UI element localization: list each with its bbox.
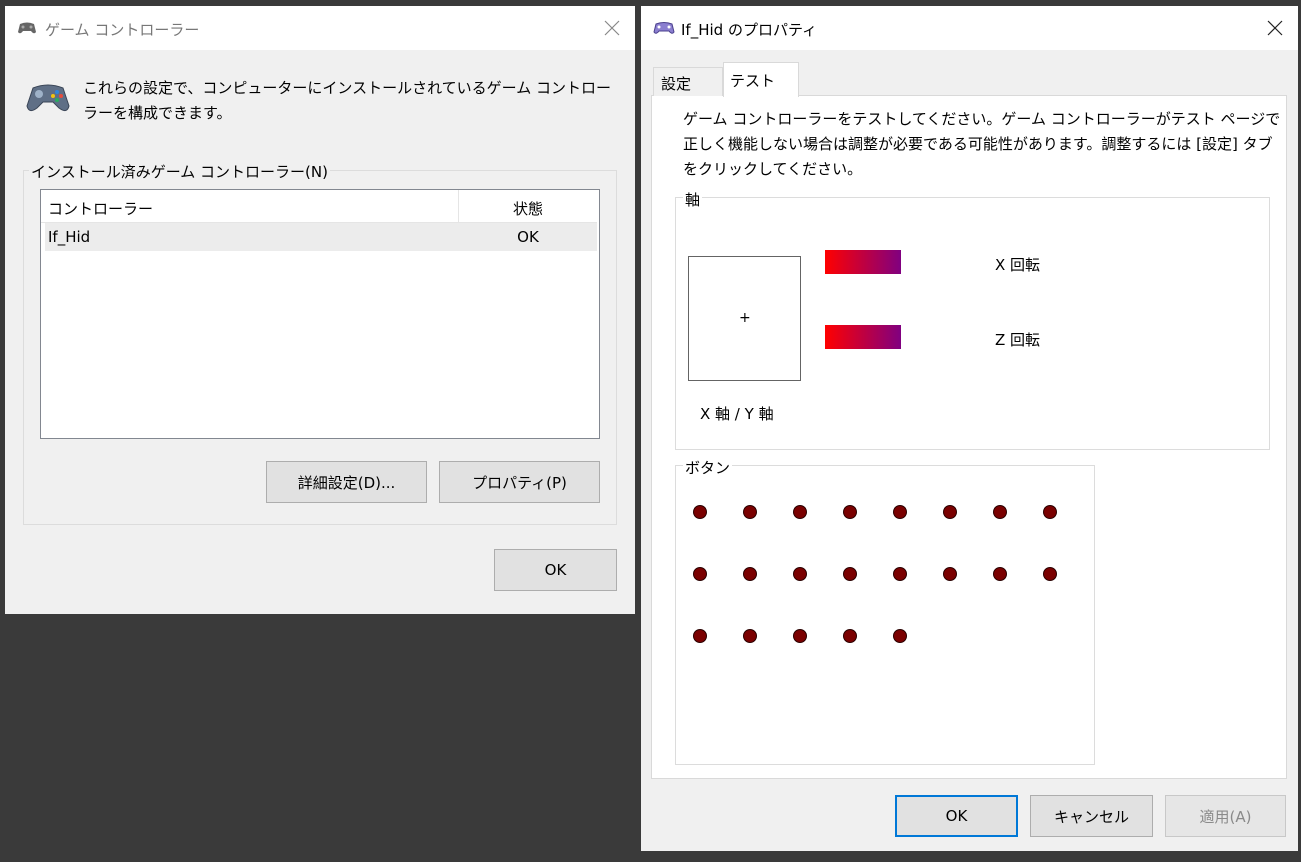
button-indicator-19 [793,629,807,643]
window-title: ゲーム コントローラー [45,21,200,39]
button-indicator-8 [1043,505,1057,519]
x-rotation-bar [825,250,901,274]
apply-button[interactable]: 適用(A) [1165,795,1286,837]
table-row[interactable]: If_Hid OK [45,223,597,251]
cancel-button[interactable]: キャンセル [1030,795,1153,837]
button-indicator-16 [1043,567,1057,581]
button-indicator-2 [743,505,757,519]
button-indicator-14 [943,567,957,581]
button-indicator-5 [893,505,907,519]
button-indicator-12 [843,567,857,581]
z-rotation-bar [825,325,901,349]
button-indicator-20 [843,629,857,643]
controller-properties-window: If_Hid のプロパティ 設定 テスト ゲーム コントローラーをテストしてくだ… [641,6,1298,851]
button-indicator-6 [943,505,957,519]
button-indicator-10 [743,567,757,581]
advanced-button[interactable]: 詳細設定(D)... [266,461,427,503]
gamepad-large-icon [25,80,71,120]
button-indicator-11 [793,567,807,581]
controller-status: OK [517,228,539,246]
z-rotation-label: Z 回転 [995,331,1041,349]
list-header: コントローラー 状態 [41,190,597,223]
close-icon[interactable] [1252,6,1298,50]
crosshair: + [739,310,751,326]
gamepad-icon [17,20,37,40]
gamepad-icon [653,20,675,40]
axes-label: 軸 [683,189,703,210]
properties-button[interactable]: プロパティ(P) [439,461,600,503]
button-indicator-13 [893,567,907,581]
tab-test-label: テスト [730,72,776,90]
instructions-text: ゲーム コントローラーをテストしてください。ゲーム コントローラーがテスト ペー… [683,110,1281,178]
window-title: If_Hid のプロパティ [681,21,818,39]
button-indicator-3 [793,505,807,519]
tab-settings-label: 設定 [661,75,692,93]
button-indicator-18 [743,629,757,643]
xy-axis-box: + [688,256,801,381]
installed-controllers-label: インストール済みゲーム コントローラー(N) [29,161,330,182]
title-bar[interactable]: If_Hid のプロパティ [641,6,1298,50]
buttons-group [675,465,1095,765]
x-rotation-label: X 回転 [995,256,1041,274]
button-indicator-1 [693,505,707,519]
game-controllers-window: ゲーム コントローラー これらの設定で、コンピューターにインストールされているゲ… [5,6,635,614]
button-indicator-4 [843,505,857,519]
button-indicator-15 [993,567,1007,581]
button-indicator-17 [693,629,707,643]
tab-test[interactable]: テスト [723,62,799,97]
button-indicator-21 [893,629,907,643]
column-header-status[interactable]: 状態 [459,198,597,219]
column-header-controller[interactable]: コントローラー [48,198,153,219]
close-icon[interactable] [589,6,635,50]
controller-list[interactable]: コントローラー 状態 If_Hid OK [40,189,600,439]
button-indicator-9 [693,567,707,581]
title-bar[interactable]: ゲーム コントローラー [5,6,635,50]
ok-button[interactable]: OK [494,549,617,591]
description-text: これらの設定で、コンピューターにインストールされているゲーム コントローラーを構… [83,79,611,122]
buttons-label: ボタン [683,457,733,478]
button-indicator-7 [993,505,1007,519]
controller-name: If_Hid [48,228,91,246]
ok-button[interactable]: OK [895,795,1018,837]
xy-axis-label: X 軸 / Y 軸 [700,405,774,423]
tab-settings[interactable]: 設定 [653,67,723,96]
